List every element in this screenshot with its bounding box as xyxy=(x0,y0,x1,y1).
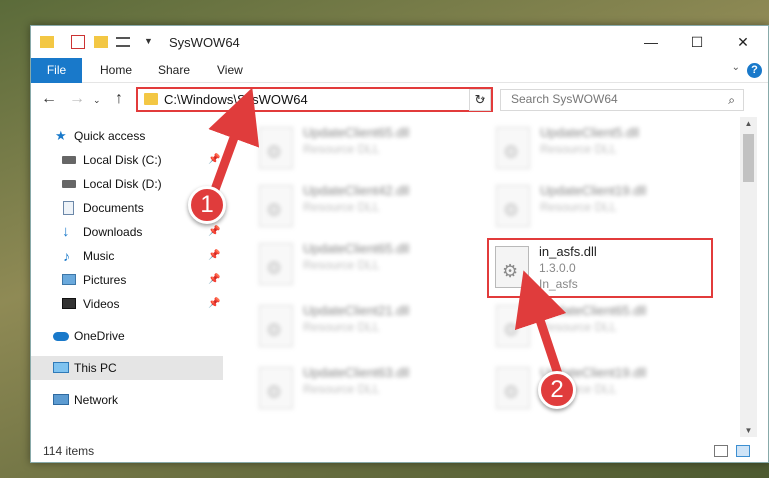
scroll-down-icon[interactable]: ▼ xyxy=(740,426,757,435)
item-count: 114 items xyxy=(43,444,95,458)
navigation-pane: ★ Quick access Local Disk (C:) 📌 Local D… xyxy=(31,117,223,437)
forward-arrow-icon[interactable]: → xyxy=(69,90,85,108)
pin-icon[interactable]: 📌 xyxy=(208,268,220,292)
sidebar-item-downloads[interactable]: ↓ Downloads 📌 xyxy=(31,220,223,244)
drive-icon xyxy=(62,156,76,164)
cloud-icon xyxy=(53,332,69,341)
expand-ribbon-icon[interactable]: ⌄ xyxy=(732,62,740,73)
search-icon[interactable]: ⌕ xyxy=(728,93,735,108)
ribbon: File Home Share View ⌄ ? xyxy=(31,58,768,83)
file-item[interactable]: ⚙ UpdateClient65.dll Resource DLL xyxy=(253,237,473,291)
documents-icon xyxy=(63,201,74,215)
sidebar-item-music[interactable]: ♪ Music 📌 xyxy=(31,244,223,268)
scroll-up-icon[interactable]: ▲ xyxy=(740,119,757,128)
tab-share[interactable]: Share xyxy=(158,58,190,83)
videos-icon xyxy=(62,298,76,309)
close-button[interactable]: ✕ xyxy=(720,26,766,58)
dll-file-icon: ⚙ xyxy=(259,185,293,227)
vertical-scrollbar[interactable]: ▲ ▼ xyxy=(740,117,757,437)
dll-file-icon: ⚙ xyxy=(259,367,293,409)
star-icon: ★ xyxy=(55,128,67,143)
download-icon: ↓ xyxy=(62,223,70,240)
folder-icon[interactable] xyxy=(40,36,54,48)
status-bar: 114 items xyxy=(31,437,768,462)
dll-file-icon: ⚙ xyxy=(496,305,530,347)
pin-icon[interactable]: 📌 xyxy=(208,292,220,316)
dll-file-icon: ⚙ xyxy=(495,246,529,288)
tab-file[interactable]: File xyxy=(31,58,82,83)
file-item[interactable]: ⚙ UpdateClient65.dll Resource DLL xyxy=(253,121,473,175)
sidebar-item-this-pc[interactable]: This PC xyxy=(31,356,223,380)
pin-icon[interactable]: 📌 xyxy=(208,244,220,268)
dll-file-icon: ⚙ xyxy=(259,305,293,347)
search-input[interactable] xyxy=(511,92,711,106)
sidebar-item-quick-access[interactable]: ★ Quick access xyxy=(31,124,223,148)
title-bar: ▼ SysWOW64 — ☐ ✕ xyxy=(31,26,768,58)
scroll-thumb[interactable] xyxy=(743,134,754,182)
help-icon[interactable]: ? xyxy=(747,63,762,78)
dll-file-icon: ⚙ xyxy=(259,127,293,169)
drive-icon xyxy=(62,180,76,188)
folder-icon xyxy=(144,93,158,105)
maximize-button[interactable]: ☐ xyxy=(674,26,720,58)
sidebar-item-network[interactable]: Network xyxy=(31,388,223,412)
file-item[interactable]: ⚙ UpdateClient65.dll Resource DLL xyxy=(490,299,710,353)
file-item[interactable]: ⚙ UpdateClient21.dll Resource DLL xyxy=(253,299,473,353)
file-item-in-asfs[interactable]: ⚙ in_asfs.dll 1.3.0.0 In_asfs xyxy=(487,238,713,298)
step-1-badge: 1 xyxy=(188,186,226,224)
pictures-icon xyxy=(62,274,76,285)
file-item[interactable]: ⚙ UpdateClient5.dll Resource DLL xyxy=(490,121,710,175)
file-item[interactable]: ⚙ UpdateClient19.dll Resource DLL xyxy=(490,361,710,415)
up-arrow-icon[interactable]: ↑ xyxy=(115,90,123,108)
file-list: ⚙ UpdateClient65.dll Resource DLL ⚙ Upda… xyxy=(243,117,740,437)
pin-icon[interactable]: 📌 xyxy=(208,148,220,172)
sidebar-item-pictures[interactable]: Pictures 📌 xyxy=(31,268,223,292)
large-icons-view-icon[interactable] xyxy=(736,445,750,457)
dll-file-icon: ⚙ xyxy=(259,243,293,285)
computer-icon xyxy=(53,362,69,373)
dll-file-icon: ⚙ xyxy=(496,185,530,227)
step-2-badge: 2 xyxy=(538,371,576,409)
new-folder-icon[interactable] xyxy=(94,36,108,48)
sidebar-item-local-disk-c[interactable]: Local Disk (C:) 📌 xyxy=(31,148,223,172)
sidebar-item-onedrive[interactable]: OneDrive xyxy=(31,324,223,348)
customize-toolbar-icon[interactable] xyxy=(116,37,130,47)
file-name: in_asfs.dll xyxy=(539,244,597,259)
details-view-icon[interactable] xyxy=(714,445,728,457)
address-path[interactable]: C:\Windows\SysWOW64 xyxy=(164,92,308,107)
navigation-bar: ← → ⌄ ↑ C:\Windows\SysWOW64 ⌄ ↻ ⌕ xyxy=(31,83,768,117)
file-version: 1.3.0.0 xyxy=(539,261,576,275)
window-title: SysWOW64 xyxy=(169,35,240,50)
tab-view[interactable]: View xyxy=(217,58,243,83)
file-item[interactable]: ⚙ UpdateClient63.dll Resource DLL xyxy=(253,361,473,415)
music-icon: ♪ xyxy=(63,248,70,264)
sidebar-item-videos[interactable]: Videos 📌 xyxy=(31,292,223,316)
chevron-down-icon[interactable]: ▼ xyxy=(144,36,153,46)
address-bar[interactable]: C:\Windows\SysWOW64 ⌄ xyxy=(136,87,493,112)
properties-icon[interactable] xyxy=(71,35,85,49)
tab-home[interactable]: Home xyxy=(100,58,132,83)
file-description: In_asfs xyxy=(539,277,578,291)
file-item[interactable]: ⚙ UpdateClient19.dll Resource DLL xyxy=(490,179,710,233)
explorer-window: ▼ SysWOW64 — ☐ ✕ File Home Share View ⌄ … xyxy=(30,25,769,463)
dll-file-icon: ⚙ xyxy=(496,367,530,409)
minimize-button[interactable]: — xyxy=(628,26,674,58)
refresh-button[interactable]: ↻ xyxy=(469,89,491,111)
recent-locations-icon[interactable]: ⌄ xyxy=(93,95,101,106)
dll-file-icon: ⚙ xyxy=(496,127,530,169)
file-item[interactable]: ⚙ UpdateClient42.dll Resource DLL xyxy=(253,179,473,233)
network-icon xyxy=(53,394,69,405)
back-arrow-icon[interactable]: ← xyxy=(41,90,57,108)
search-box[interactable]: ⌕ xyxy=(500,89,744,111)
